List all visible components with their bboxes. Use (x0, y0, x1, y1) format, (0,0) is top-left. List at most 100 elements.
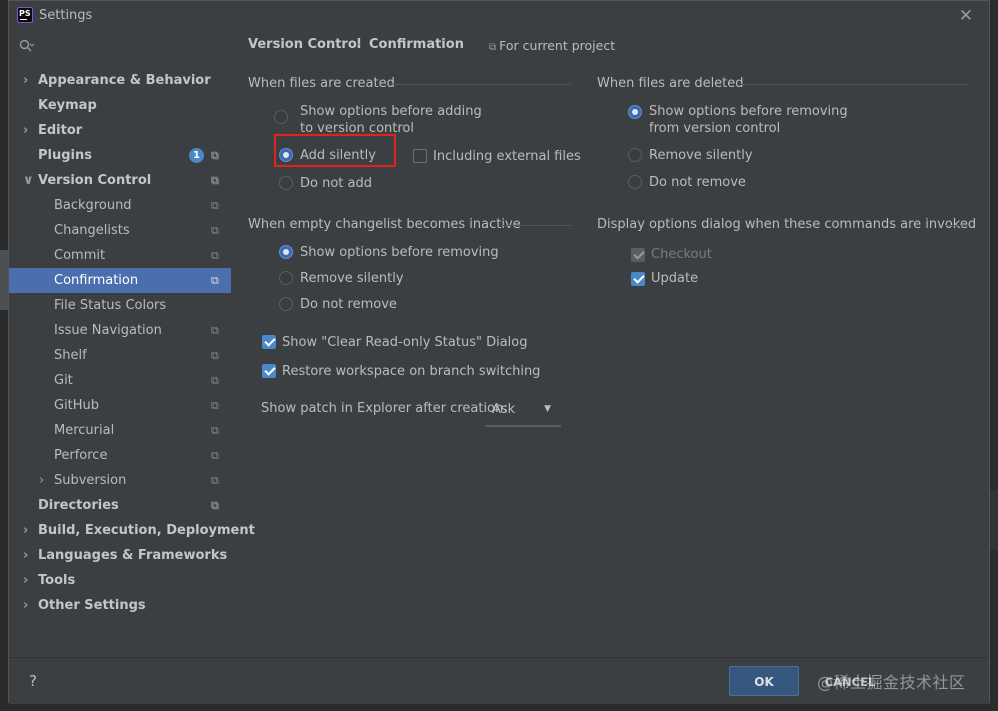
sidebar-item-commit[interactable]: Commit ⧉ (9, 243, 231, 268)
patch-select[interactable]: Ask ▼ (485, 397, 561, 427)
chevron-right-icon[interactable]: › (23, 568, 28, 593)
project-scope-icon: ⧉ (211, 174, 219, 187)
project-scope-icon: ⧉ (211, 149, 219, 162)
sidebar-item-changelists[interactable]: Changelists ⧉ (9, 218, 231, 243)
sidebar-item-label: GitHub (54, 398, 100, 413)
sidebar-item-issue-navigation[interactable]: Issue Navigation ⧉ (9, 318, 231, 343)
radio-changelist-none[interactable] (279, 297, 293, 311)
checkout-checkbox (631, 248, 645, 262)
divider (741, 84, 969, 85)
sidebar-item-label: Tools (38, 573, 76, 588)
scope-label: ⧉ For current project (489, 38, 615, 53)
project-scope-icon: ⧉ (211, 499, 219, 512)
deleted-group-title: When files are deleted (597, 76, 744, 91)
sidebar-item-label: Perforce (54, 448, 108, 463)
chevron-right-icon[interactable]: › (39, 468, 44, 493)
show-before-removing-label-1: Show options before removing (649, 104, 848, 119)
do-not-remove-label: Do not remove (649, 175, 746, 190)
chevron-right-icon[interactable]: › (23, 518, 28, 543)
updates-badge: 1 (189, 148, 204, 163)
divider (391, 84, 571, 85)
sidebar-item-file-status-colors[interactable]: File Status Colors (9, 293, 231, 318)
sidebar-item-subversion[interactable]: › Subversion ⧉ (9, 468, 231, 493)
show-before-removing-label-2: from version control (649, 121, 781, 136)
update-label: Update (651, 271, 699, 286)
changelist-show-label: Show options before removing (300, 245, 499, 260)
restore-workspace-checkbox[interactable] (262, 364, 276, 378)
sidebar-item-label: Background (54, 198, 132, 213)
radio-show-before-removing[interactable] (628, 105, 642, 119)
created-group-title: When files are created (248, 76, 395, 91)
clear-readonly-label: Show "Clear Read-only Status" Dialog (282, 335, 528, 350)
chevron-right-icon[interactable]: › (23, 118, 28, 143)
sidebar-item-appearance-behavior[interactable]: › Appearance & Behavior (9, 68, 231, 93)
project-scope-icon: ⧉ (211, 199, 219, 212)
breadcrumb-parent[interactable]: Version Control (248, 37, 361, 52)
ok-button[interactable]: OK (729, 666, 799, 696)
sidebar-item-version-control[interactable]: ∨ Version Control ⧉ (9, 168, 231, 193)
sidebar-item-label: Shelf (54, 348, 87, 363)
sidebar-item-other-settings[interactable]: › Other Settings (9, 593, 231, 618)
update-checkbox[interactable] (631, 272, 645, 286)
sidebar-item-tools[interactable]: › Tools (9, 568, 231, 593)
clear-readonly-checkbox[interactable] (262, 335, 276, 349)
search-icon[interactable] (19, 39, 39, 57)
sidebar-item-git[interactable]: Git ⧉ (9, 368, 231, 393)
background-window-edge-right (990, 490, 998, 550)
chevron-down-icon: ▼ (544, 404, 551, 414)
project-scope-icon: ⧉ (211, 399, 219, 412)
confirmation-panel: Version Control › Confirmation ⧉ For curr… (231, 31, 989, 657)
sidebar-item-shelf[interactable]: Shelf ⧉ (9, 343, 231, 368)
sidebar-item-mercurial[interactable]: Mercurial ⧉ (9, 418, 231, 443)
sidebar-item-github[interactable]: GitHub ⧉ (9, 393, 231, 418)
project-scope-icon: ⧉ (211, 349, 219, 362)
sidebar-item-label: Editor (38, 123, 83, 138)
changelist-group-title: When empty changelist becomes inactive (248, 217, 521, 232)
divider (945, 225, 969, 226)
including-external-checkbox[interactable] (413, 149, 427, 163)
sidebar-item-confirmation[interactable]: Confirmation ⧉ (9, 268, 231, 293)
radio-do-not-add[interactable] (279, 176, 293, 190)
radio-do-not-remove[interactable] (628, 175, 642, 189)
chevron-right-icon[interactable]: › (23, 543, 28, 568)
radio-changelist-show[interactable] (279, 245, 293, 259)
sidebar-item-label: Issue Navigation (54, 323, 162, 338)
sidebar-item-perforce[interactable]: Perforce ⧉ (9, 443, 231, 468)
sidebar-item-build-execution-deployment[interactable]: › Build, Execution, Deployment (9, 518, 255, 543)
project-scope-icon: ⧉ (211, 449, 219, 462)
sidebar-item-label: Changelists (54, 223, 130, 238)
do-not-add-label: Do not add (300, 176, 372, 191)
restore-workspace-label: Restore workspace on branch switching (282, 364, 541, 379)
sidebar-item-plugins[interactable]: Plugins 1 ⧉ (9, 143, 231, 168)
radio-changelist-remove[interactable] (279, 271, 293, 285)
sidebar-item-editor[interactable]: › Editor (9, 118, 231, 143)
window-title: Settings (39, 8, 93, 23)
chevron-down-icon[interactable]: ∨ (23, 168, 34, 193)
close-icon[interactable]: ✕ (959, 6, 973, 26)
settings-tree: › Appearance & Behavior Keymap › Editor Plugi… (9, 31, 255, 657)
radio-show-before-adding[interactable] (274, 110, 288, 124)
radio-remove-silently[interactable] (628, 148, 642, 162)
sidebar-item-background[interactable]: Background ⧉ (9, 193, 231, 218)
sidebar-item-label: File Status Colors (54, 298, 167, 313)
changelist-remove-label: Remove silently (300, 271, 404, 286)
patch-select-value: Ask (492, 402, 516, 417)
help-icon[interactable]: ? (29, 672, 37, 690)
project-scope-icon: ⧉ (211, 224, 219, 237)
breadcrumb-separator: › (356, 37, 362, 52)
sidebar-item-directories[interactable]: Directories ⧉ (9, 493, 231, 518)
sidebar-item-languages-frameworks[interactable]: › Languages & Frameworks (9, 543, 231, 568)
breadcrumb-current: Confirmation (369, 37, 464, 52)
commands-group-title: Display options dialog when these comman… (597, 217, 977, 232)
chevron-right-icon[interactable]: › (23, 593, 28, 618)
divider (501, 225, 571, 226)
including-external-label: Including external files (433, 149, 581, 164)
sidebar-item-keymap[interactable]: Keymap (9, 93, 231, 118)
chevron-right-icon[interactable]: › (23, 68, 28, 93)
project-scope-icon: ⧉ (211, 374, 219, 387)
sidebar-item-label: Subversion (54, 473, 127, 488)
project-scope-icon: ⧉ (489, 42, 497, 53)
sidebar-item-label: Appearance & Behavior (38, 73, 211, 88)
sidebar-item-label: Git (54, 373, 73, 388)
patch-label: Show patch in Explorer after creation: (261, 401, 508, 416)
